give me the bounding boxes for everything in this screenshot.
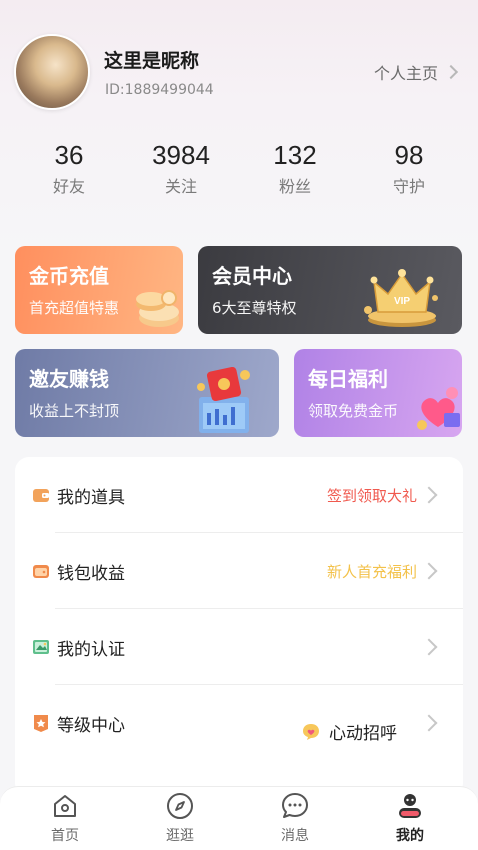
purse-icon <box>33 565 49 578</box>
tab-mine[interactable]: 我的 <box>350 791 470 845</box>
red-envelope-box-icon <box>197 366 250 433</box>
tab-messages[interactable]: 消息 <box>235 791 355 845</box>
vip-center-card[interactable]: 会员中心 6大至尊特权 VIP <box>198 246 462 334</box>
stat-fans[interactable]: 132 粉丝 <box>240 140 350 197</box>
avatar[interactable] <box>14 34 90 110</box>
stat-label: 粉丝 <box>278 177 311 196</box>
menu-item-label: 钱包收益 <box>57 564 125 584</box>
chevron-right-icon <box>420 638 438 656</box>
homepage-link[interactable]: 个人主页 <box>373 60 459 84</box>
stat-value: 98 <box>394 140 424 170</box>
tab-home[interactable]: 首页 <box>5 791 125 845</box>
nickname: 这里是昵称 <box>104 50 200 72</box>
invite-friends-card[interactable]: 邀友赚钱 收益上不封顶 <box>15 349 279 437</box>
vip-badge-text: VIP <box>394 296 410 307</box>
badge-icon <box>34 715 48 732</box>
card-subtitle: 6大至尊特权 <box>212 299 297 317</box>
stat-friends[interactable]: 36 好友 <box>14 140 124 197</box>
menu-item-my-props[interactable]: 我的道具 签到领取大礼 <box>15 457 463 533</box>
stat-value: 132 <box>273 140 317 170</box>
menu-item-label: 我的认证 <box>57 640 125 660</box>
card-title: 每日福利 <box>308 367 388 391</box>
profile-icon <box>399 794 421 818</box>
bottom-tab-bar: 首页 逛逛 消息 我的 <box>0 786 478 850</box>
menu-item-hint: 签到领取大礼 <box>326 487 417 505</box>
tab-label: 消息 <box>281 828 309 844</box>
menu-item-wallet-earnings[interactable]: 钱包收益 新人首充福利 <box>15 533 463 609</box>
chevron-right-icon <box>420 714 438 732</box>
greeting-label: 心动招呼 <box>329 724 397 744</box>
heartbeat-greeting-button[interactable]: 心动招呼 <box>301 719 397 744</box>
certificate-icon <box>33 640 49 654</box>
gift-hearts-icon <box>417 387 460 430</box>
chevron-right-icon <box>443 64 459 80</box>
stat-label: 好友 <box>52 177 85 196</box>
card-subtitle: 收益上不封顶 <box>29 402 120 420</box>
stat-label: 关注 <box>164 177 197 196</box>
card-subtitle: 首充超值特惠 <box>29 299 120 317</box>
menu-item-label: 等级中心 <box>57 716 125 736</box>
tab-label: 我的 <box>396 828 424 844</box>
homepage-link-label: 个人主页 <box>373 64 438 83</box>
coins-icon <box>136 290 179 327</box>
menu-item-label: 我的道具 <box>57 488 125 508</box>
stat-guard[interactable]: 98 守护 <box>354 140 464 197</box>
card-title: 邀友赚钱 <box>29 367 109 391</box>
user-id: ID:1889499044 <box>105 82 214 98</box>
heart-chat-icon <box>303 723 319 740</box>
wallet-icon <box>33 489 49 502</box>
stat-label: 守护 <box>392 177 425 196</box>
tab-label: 首页 <box>51 828 79 844</box>
message-icon <box>282 793 308 818</box>
recharge-card[interactable]: 金币充值 首充超值特惠 <box>15 246 183 334</box>
home-icon <box>54 795 76 817</box>
menu-list: 我的道具 签到领取大礼 钱包收益 新人首充福利 我的认证 等级中心 心动招呼 <box>15 457 463 797</box>
stat-value: 3984 <box>152 140 210 170</box>
daily-welfare-card[interactable]: 每日福利 领取免费金币 <box>294 349 462 437</box>
tab-label: 逛逛 <box>166 828 194 844</box>
crown-icon: VIP <box>364 269 438 327</box>
chevron-right-icon <box>420 562 438 580</box>
chevron-right-icon <box>420 486 438 504</box>
menu-item-hint: 新人首充福利 <box>326 563 417 581</box>
card-subtitle: 领取免费金币 <box>308 402 399 420</box>
compass-icon <box>167 793 193 819</box>
stat-value: 36 <box>54 140 84 170</box>
tab-browse[interactable]: 逛逛 <box>120 791 240 845</box>
stat-following[interactable]: 3984 关注 <box>126 140 236 197</box>
stats-row: 36 好友 3984 关注 132 粉丝 98 守护 <box>0 140 478 200</box>
menu-item-my-certification[interactable]: 我的认证 <box>15 609 463 685</box>
profile-header: 这里是昵称 ID:1889499044 个人主页 <box>14 34 464 112</box>
card-title: 会员中心 <box>212 264 292 288</box>
card-title: 金币充值 <box>29 264 109 288</box>
